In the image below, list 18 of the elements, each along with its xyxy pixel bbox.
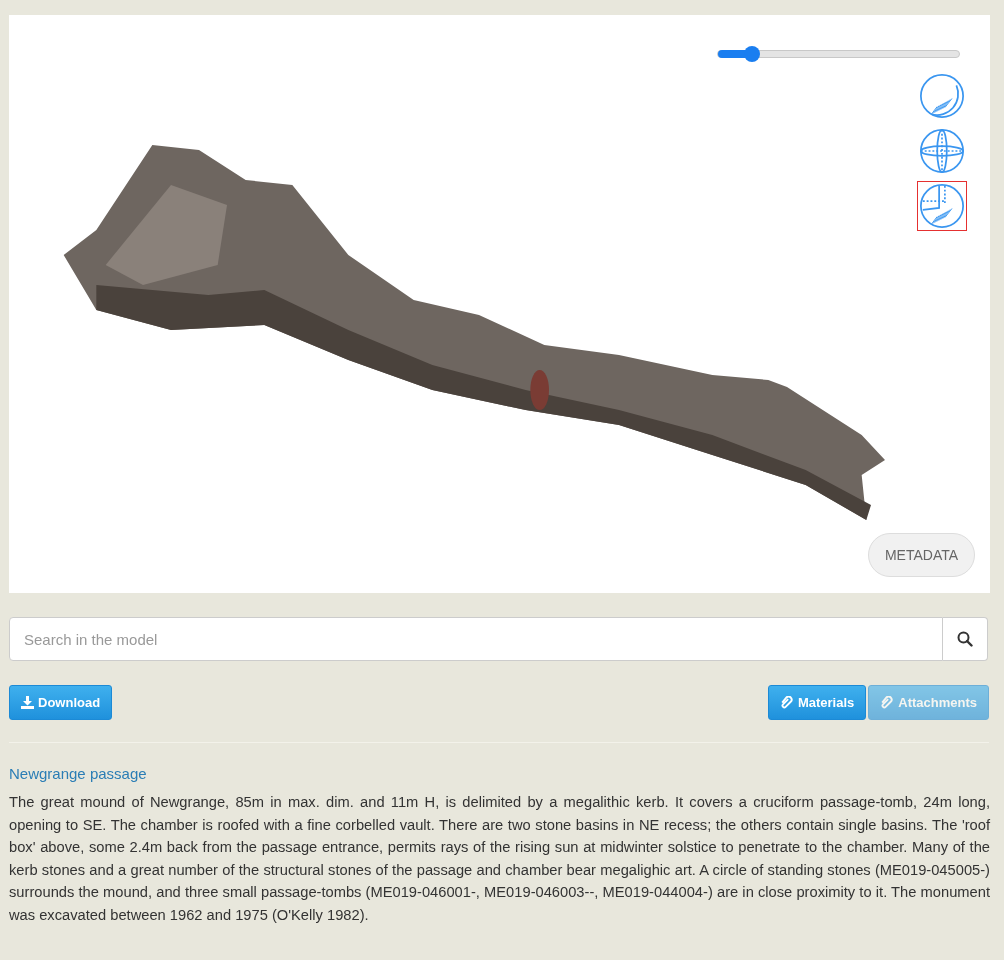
view-mode-button[interactable]	[917, 126, 967, 176]
view-mode-button[interactable]	[917, 71, 967, 121]
model-description: The great mound of Newgrange, 85m in max. dim. and 11m H, is delimited by a megalithic kerb. It covers a cruciform passage-tomb, 24m long, opening to SE. The chamber is roofed with a fine corbelled vault. There are two stone basins in NE recess; the others contain single basins. The 'roof box' above, some 2.4m back from the passage entrance, permits rays of the rising sun at midwinter solstice to penetrate to the chamber. Many of the kerb stones and a great number of the structural stones of the passage and chamber bear megalighic art. A circle of standing stones (ME019-045005-) surrounds the mound, and three small passage-tombs (ME019-046001-, ME019-046003--, ME019-044004-) are in close proximity to it. The monument was excavated between 1962 and 1975 (O'Kelly 1982).	[9, 793, 990, 925]
paperclip-icon	[779, 695, 794, 710]
search-button[interactable]	[943, 617, 988, 661]
download-icon	[21, 696, 34, 709]
zoom-slider[interactable]	[717, 47, 960, 61]
model-title: Newgrange passage	[9, 765, 148, 782]
lighting-sphere-icon	[918, 72, 966, 120]
download-button[interactable]: Download	[9, 685, 113, 720]
metadata-button[interactable]: METADATA	[868, 533, 975, 577]
paperclip-icon	[880, 695, 895, 710]
search-field[interactable]: Search in the model	[9, 617, 943, 661]
search-icon	[957, 631, 973, 647]
materials-button[interactable]: Materials	[767, 685, 867, 720]
axes-sphere-icon	[918, 127, 966, 175]
section-sphere-icon	[918, 182, 966, 230]
view-mode-button[interactable]	[917, 181, 967, 231]
